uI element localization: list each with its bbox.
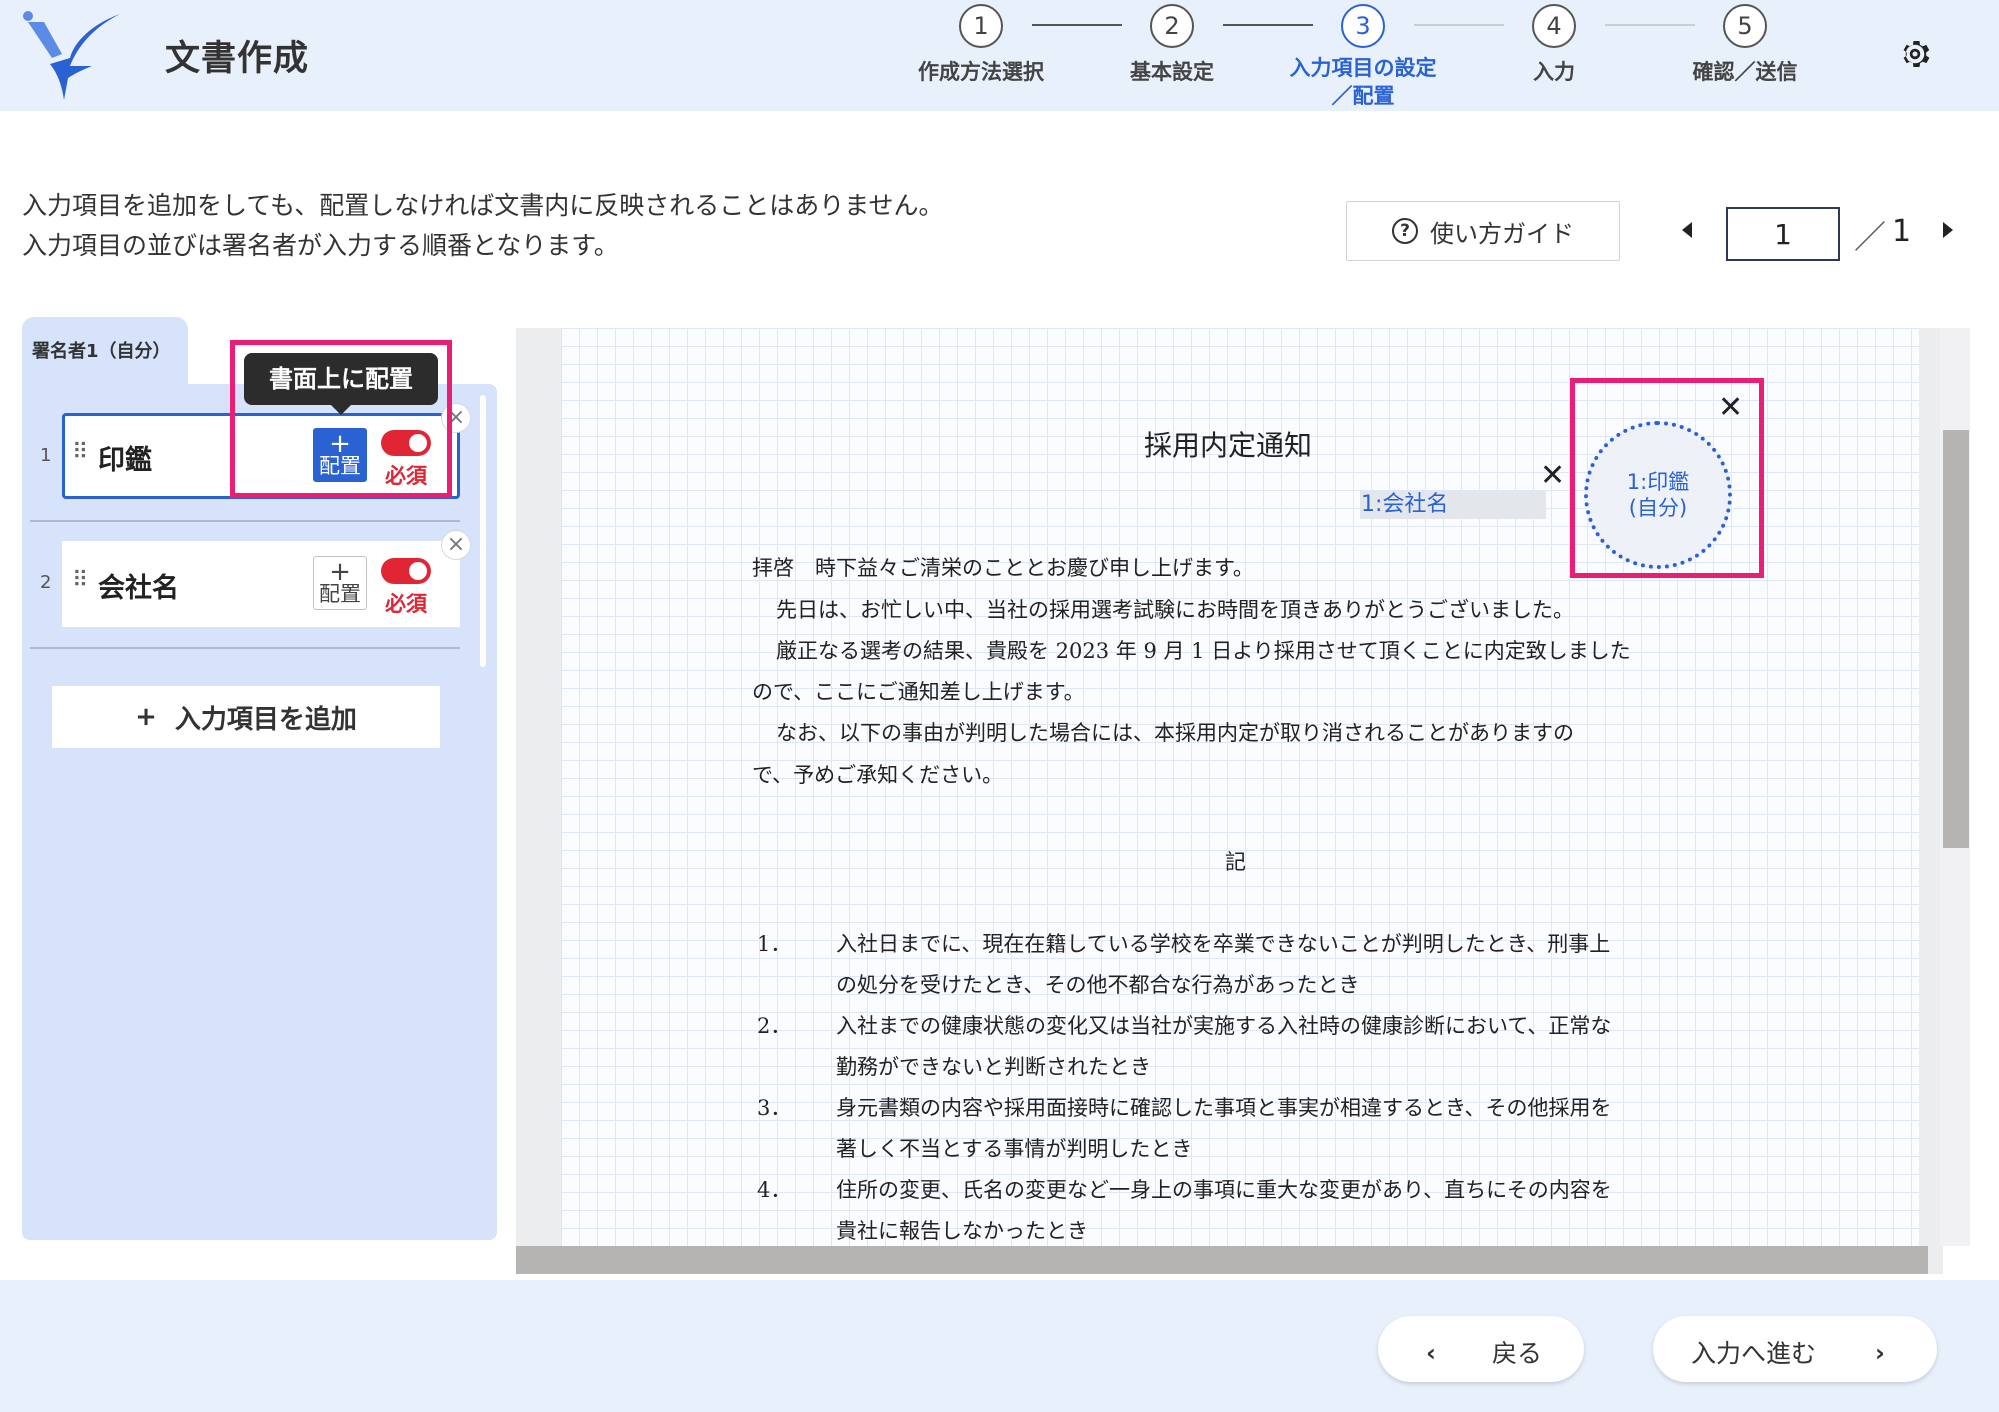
plus-icon: + [135,702,157,732]
item-number: 4． [757,1178,792,1202]
back-button[interactable]: ‹ 戻る [1378,1316,1584,1382]
help-circle-icon: ? [1392,218,1418,244]
step-3-active[interactable]: 3 入力項目の設定 ／配置 [1253,0,1473,110]
page-total: 1 [1892,214,1912,249]
item-text-line: 著しく不当とする事情が判明したとき [836,1137,1193,1161]
item-text-line: 勤務ができないと判断されたとき [836,1055,1151,1079]
item-text-line: 入社日までに、現在在籍している学校を卒業できないことが判明したとき、刑事上 [836,932,1611,956]
drag-handle-icon[interactable]: ⠿ [72,440,88,465]
document-text-line: ので、ここにご通知差し上げます。 [752,680,1085,704]
field-name: 印鑑 [98,445,152,476]
step-label: 基本設定 [1130,60,1214,84]
step-number: 5 [1723,4,1767,48]
step-number: 1 [959,4,1003,48]
back-label: 戻る [1492,1339,1543,1368]
prev-page-icon[interactable] [1682,222,1692,238]
instruction-line: 入力項目の並びは署名者が入力する順番となります。 [22,231,619,260]
divider [30,647,460,649]
add-field-button[interactable]: + 入力項目を追加 [52,686,440,748]
document-text-line: 先日は、お忙しい中、当社の採用選考試験にお時間を頂きありがとうございました。 [776,598,1574,622]
document-text-line: なお、以下の事由が判明した場合には、本採用内定が取り消されることがありますの [776,721,1574,745]
viewer-vertical-scroll-thumb[interactable] [1943,430,1969,848]
step-5[interactable]: 5 確認／送信 [1635,0,1855,86]
step-label-line: ／配置 [1331,84,1395,108]
signer-tab[interactable]: 署名者1（自分） [22,317,188,387]
next-page-icon[interactable] [1943,222,1953,238]
header-bar: 文書作成 1 作成方法選択 2 基本設定 3 入力項目の設定 ／配置 4 入力 … [0,0,1999,111]
item-text-line: 身元書類の内容や採用面接時に確認した事項と事実が相違するとき、その他採用を [836,1096,1612,1120]
field-index: 1 [40,445,52,466]
field-index: 2 [40,572,52,593]
item-text-line: 入社までの健康状態の変化又は当社が実施する入社時の健康診断において、正常な [836,1014,1612,1038]
proceed-to-input-button[interactable]: 入力へ進む › [1653,1316,1937,1382]
place-on-document-button[interactable]: + 配置 [313,556,367,610]
required-toggle[interactable]: 必須 [376,558,436,618]
gear-icon[interactable] [1897,36,1933,72]
document-text-line: で、予めご承知ください。 [752,763,1004,787]
field-name: 会社名 [98,573,179,604]
remove-field-button[interactable]: × [441,530,471,560]
remove-placed-field-icon[interactable]: ✕ [1540,461,1565,491]
document-title: 採用内定通知 [1144,429,1313,462]
proceed-label: 入力へ進む [1691,1339,1817,1368]
usage-guide-button[interactable]: ? 使い方ガイド [1346,201,1620,261]
viewer-horizontal-scrollbar[interactable] [516,1246,1928,1274]
item-text-line: の処分を受けたとき、その他不都合な行為があったとき [836,973,1360,997]
progress-stepper: 1 作成方法選択 2 基本設定 3 入力項目の設定 ／配置 4 入力 5 確認／… [0,0,1999,111]
instructions: 入力項目を追加をしても、配置しなければ文書内に反映されることはありません。 入力… [22,186,944,266]
step-number: 4 [1532,4,1576,48]
step-label: 入力項目の設定 ／配置 [1253,54,1473,110]
step-1[interactable]: 1 作成方法選択 [871,0,1091,86]
step-2[interactable]: 2 基本設定 [1062,0,1282,86]
panel-scrollbar[interactable] [480,395,486,667]
step-4[interactable]: 4 入力 [1444,0,1664,86]
required-label: 必須 [385,592,427,616]
item-number: 2． [757,1014,792,1038]
highlight-frame [1570,378,1764,578]
chevron-left-icon: ‹ [1426,1339,1436,1367]
step-label: 作成方法選択 [918,60,1044,84]
usage-guide-label: 使い方ガイド [1430,219,1574,248]
drag-handle-icon[interactable]: ⠿ [72,568,88,593]
instruction-line: 入力項目を追加をしても、配置しなければ文書内に反映されることはありません。 [22,191,944,220]
field-list-panel [22,384,497,1240]
placed-company-name-field[interactable]: 1:会社名 [1360,491,1546,519]
document-text-line: 拝啓 時下益々ご清栄のこととお慶び申し上げます。 [752,556,1254,580]
step-label: 入力 [1533,60,1575,84]
step-label: 確認／送信 [1692,60,1798,84]
plus-icon: + [329,557,351,587]
step-number: 3 [1341,4,1385,48]
step-label-line: 入力項目の設定 [1289,56,1437,80]
document-ki: 記 [1225,850,1246,874]
item-text-line: 住所の変更、氏名の変更など一身上の事項に重大な変更があり、直ちにその内容を [836,1178,1612,1202]
page-number-input[interactable] [1726,207,1840,261]
document-text-line: 厳正なる選考の結果、貴殿を 2023 年 9 月 1 日より採用させて頂くことに… [776,639,1631,663]
divider [30,520,460,522]
item-number: 3． [757,1096,792,1120]
item-text-line: 貴社に報告しなかったとき [836,1219,1088,1243]
item-number: 1． [757,932,792,956]
highlight-frame [230,340,452,498]
page-separator: ／ [1854,218,1887,256]
add-field-label: 入力項目を追加 [174,704,357,735]
step-number: 2 [1150,4,1194,48]
place-label: 配置 [319,582,361,606]
chevron-right-icon: › [1875,1339,1885,1367]
toggle-switch-icon [381,558,431,584]
